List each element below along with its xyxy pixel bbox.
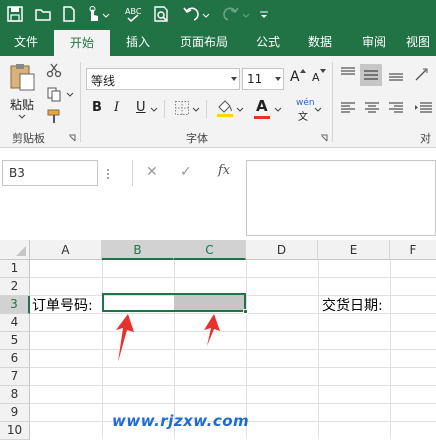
annotation-arrows: [116, 314, 220, 362]
red-arrow-icon: [204, 314, 220, 346]
watermark-text: www.rjzxw.com: [112, 412, 250, 430]
red-arrow-icon: [116, 314, 134, 362]
